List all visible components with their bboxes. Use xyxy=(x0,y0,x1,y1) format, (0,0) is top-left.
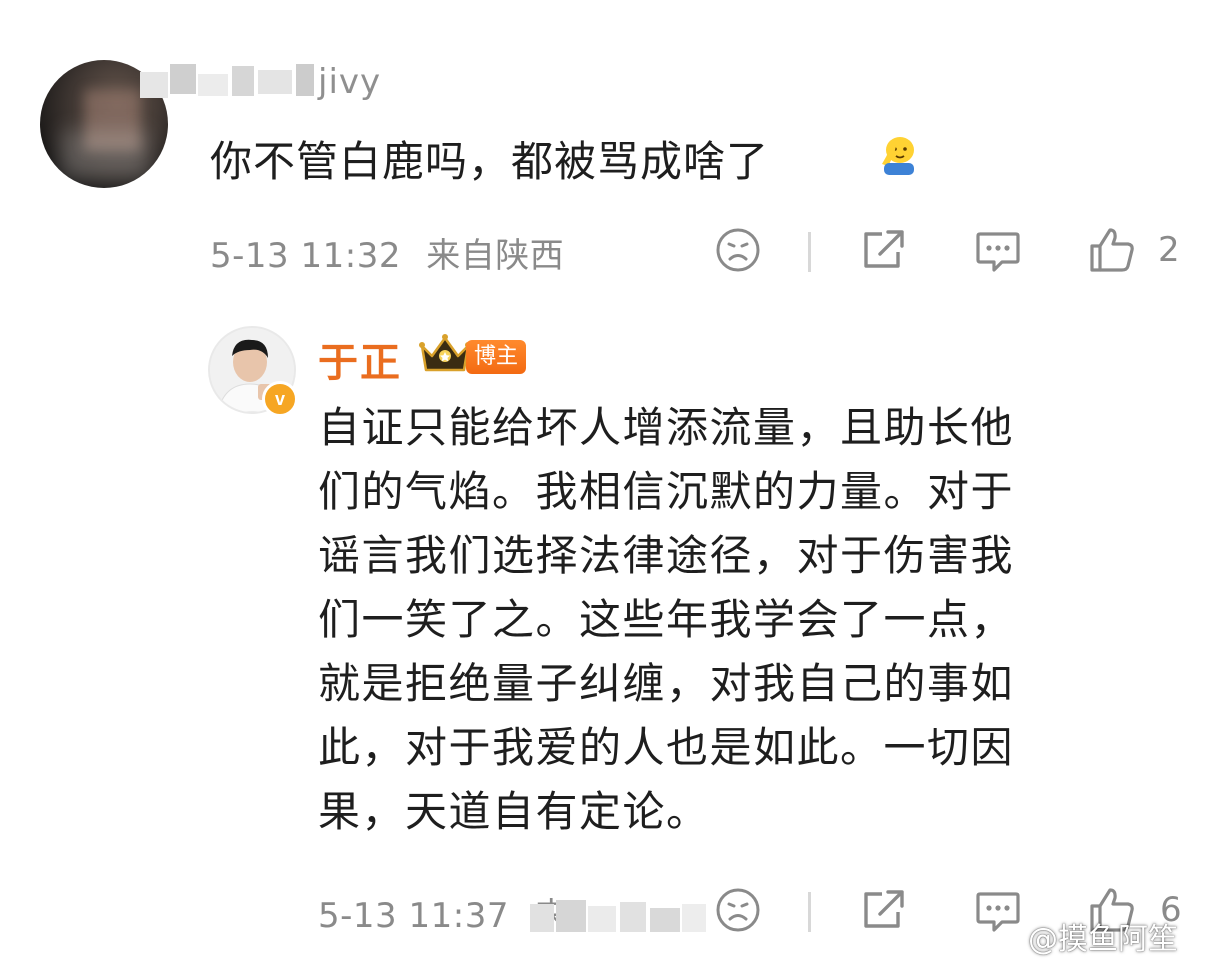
action-divider xyxy=(808,232,811,272)
watermark: @摸鱼阿笙 xyxy=(1028,922,1178,957)
blogger-badge: 博主 xyxy=(466,340,527,374)
reply-line: 们的气焰。我相信沉默的力量。对于 xyxy=(318,467,1015,516)
comment-text: 你不管白鹿吗，都被骂成啥了 xyxy=(210,137,770,186)
reply-line: 谣言我们选择法律途径，对于伤害我 xyxy=(318,531,1015,580)
reply-line: 果，天道自有定论。 xyxy=(318,787,710,836)
like-thumb-icon[interactable] xyxy=(1086,224,1138,276)
comment-meta: 5-13 11:32 来自陕西 xyxy=(210,228,564,277)
reply-text: 自证只能给坏人增添流量，且助长他 们的气焰。我相信沉默的力量。对于 谣言我们选择… xyxy=(318,396,1148,844)
like-count: 2 xyxy=(1158,230,1180,270)
comment-bubble-icon[interactable] xyxy=(972,884,1024,936)
dislike-face-icon[interactable] xyxy=(712,224,764,276)
comment-time: 5-13 11:32 xyxy=(210,236,401,276)
share-icon[interactable] xyxy=(858,224,910,276)
reply-time: 5-13 11:37 xyxy=(318,896,509,936)
reply-line: 们一笑了之。这些年我学会了一点， xyxy=(318,595,1015,644)
reply-line: 此，对于我爱的人也是如此。一切因 xyxy=(318,723,1015,772)
facepalm-emoji-icon xyxy=(882,137,914,175)
crown-icon xyxy=(419,334,471,372)
comment-location: 来自陕西 xyxy=(426,236,565,276)
commenter-username[interactable]: jivy xyxy=(318,62,381,102)
author-name[interactable]: 于正 xyxy=(318,330,402,388)
dislike-face-icon[interactable] xyxy=(712,884,764,936)
verified-v-icon: v xyxy=(262,381,298,417)
reply-line: 就是拒绝量子纠缠，对我自己的事如 xyxy=(318,659,1015,708)
location-mosaic xyxy=(530,898,710,938)
action-divider xyxy=(808,892,811,932)
share-icon[interactable] xyxy=(858,884,910,936)
reply-line: 自证只能给坏人增添流量，且助长他 xyxy=(318,403,1015,452)
comment-bubble-icon[interactable] xyxy=(972,224,1024,276)
